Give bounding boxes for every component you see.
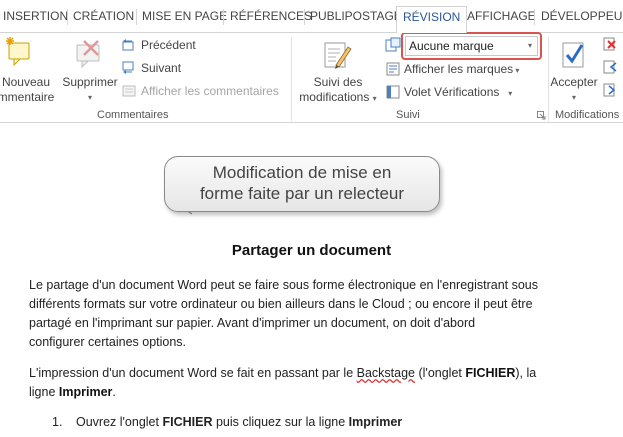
group-label-tracking: Suivi [396, 109, 420, 121]
next-change-icon[interactable] [603, 83, 617, 97]
paragraph-1-line-4: configurer certaines options. [29, 335, 187, 349]
accept-label: Accepter [550, 75, 598, 89]
document-title: Partager un document [231, 242, 392, 259]
group-label-changes: Modifications [555, 109, 620, 121]
markup-display-value: Aucune marque [409, 39, 494, 53]
show-markup-icon [386, 62, 400, 76]
chevron-down-icon: ▾ [571, 93, 576, 102]
chevron-down-icon: ▾ [372, 94, 377, 103]
tab-references[interactable]: RÉFÉRENCES [230, 9, 312, 23]
chevron-down-icon: ▾ [87, 93, 92, 102]
p2-fichier: FICHIER [465, 366, 516, 380]
paragraph-1-line-2: différents formats sur votre ordinateur … [29, 297, 533, 311]
new-comment-icon [6, 37, 30, 67]
p2-text-b: (l'onglet [415, 366, 466, 380]
list-item: 1. Ouvrez l'onglet FICHIER puis cliquez s… [52, 415, 402, 429]
reviewing-pane-label: Volet Vérifications [404, 85, 500, 99]
list-number: 1. [52, 415, 63, 429]
track-changes-label-1: Suivi des [313, 75, 363, 89]
li1-imprimer: Imprimer [348, 415, 403, 429]
previous-change-icon[interactable] [603, 60, 617, 74]
accept-icon [562, 42, 584, 68]
chevron-down-icon: ▾ [499, 89, 513, 98]
p2-backstage: Backstage [356, 366, 416, 380]
next-comment-button[interactable]: Suivant [141, 59, 181, 77]
tab-mise-en-page[interactable]: MISE EN PAGE [142, 9, 227, 23]
group-label-comments: Commentaires [97, 109, 169, 121]
ribbon-tabs: INSERTION CRÉATION MISE EN PAGE RÉFÉRENC… [0, 0, 623, 33]
show-comments-button[interactable]: Afficher les commentaires [141, 82, 279, 100]
previous-comment-icon [122, 39, 134, 51]
tab-separator [67, 9, 68, 25]
tab-separator [223, 9, 224, 25]
show-markup-button[interactable]: Afficher les marques ▾ [404, 60, 519, 78]
chevron-down-icon: ▾ [513, 66, 520, 75]
paragraph-2-line-2: ligne Imprimer. [29, 383, 589, 402]
new-comment-label-2: mmentaire [0, 90, 55, 104]
group-separator [291, 37, 292, 121]
reviewing-pane-icon [386, 85, 400, 99]
annotation-callout: Modification de mise en forme faite par … [164, 156, 440, 212]
p2-text-a: L'impression d'un document Word se fait … [29, 366, 357, 380]
li1-text-b: puis cliquez sur la ligne [212, 415, 349, 429]
track-changes-icon [324, 42, 352, 69]
tab-developpeur[interactable]: DÉVELOPPEUR [541, 9, 623, 23]
li1-fichier: FICHIER [162, 415, 213, 429]
p2-text-c: ), la [515, 366, 537, 380]
reviewing-pane-button[interactable]: Volet Vérifications ▾ [404, 83, 512, 101]
p2-text-d: ligne [29, 385, 59, 399]
p2-imprimer: Imprimer [58, 385, 113, 399]
markup-display-icon [385, 37, 401, 52]
callout-line-1: Modification de mise en [212, 163, 392, 182]
paragraph-1: Le partage d'un document Word peut se fa… [29, 276, 589, 352]
reject-icon[interactable] [603, 37, 617, 51]
tab-separator [534, 9, 535, 25]
show-markup-label: Afficher les marques [404, 62, 514, 76]
li1-text-a: Ouvrez l'onglet [76, 415, 163, 429]
next-comment-icon [122, 61, 134, 74]
track-changes-label-2: modifications ▾ [296, 90, 380, 106]
chevron-down-icon: ▾ [527, 41, 532, 50]
tab-publipostage[interactable]: PUBLIPOSTAGE [310, 9, 402, 23]
delete-comment-label: Supprimer [62, 75, 118, 89]
show-comments-icon [122, 85, 136, 97]
tab-insertion[interactable]: INSERTION [3, 9, 68, 23]
new-comment-label-1: Nouveau [1, 75, 51, 89]
paragraph-1-line-3: partagé en l'imprimant sur papier. Avant… [29, 316, 476, 330]
dialog-launcher-icon[interactable] [537, 111, 546, 120]
p2-text-e: . [112, 385, 116, 399]
delete-comment-icon [76, 40, 100, 69]
paragraph-2: L'impression d'un document Word se fait … [29, 364, 589, 402]
tab-separator [136, 9, 137, 25]
previous-comment-button[interactable]: Précédent [141, 36, 196, 54]
paragraph-1-line-1: Le partage d'un document Word peut se fa… [29, 278, 539, 292]
markup-display-dropdown[interactable]: Aucune marque ▾ [405, 36, 538, 56]
tab-separator [304, 9, 305, 25]
callout-line-2: forme faite par un relecteur [199, 184, 405, 203]
track-changes-label-2-text: modifications [299, 90, 370, 104]
tab-affichage[interactable]: AFFICHAGE [467, 9, 536, 23]
tab-revision[interactable]: RÉVISION [396, 6, 468, 33]
paragraph-2-line-1: L'impression d'un document Word se fait … [29, 364, 589, 383]
tab-creation[interactable]: CRÉATION [73, 9, 134, 23]
